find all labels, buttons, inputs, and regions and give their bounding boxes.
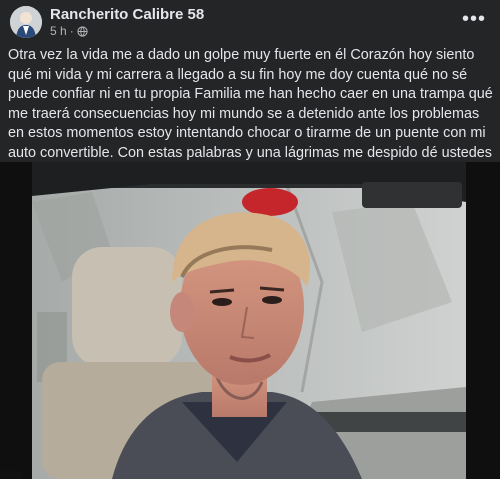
- media-corner-badge: [0, 471, 22, 479]
- post-meta: 5 h ·: [50, 24, 88, 38]
- more-options-icon[interactable]: •••: [462, 8, 486, 31]
- meta-separator: ·: [69, 24, 74, 38]
- globe-icon: [77, 25, 88, 37]
- post-header: Rancherito Calibre 58 5 h · •••: [0, 0, 500, 42]
- post-time[interactable]: 5 h: [50, 24, 67, 38]
- avatar[interactable]: [10, 6, 42, 38]
- post-media[interactable]: [0, 162, 500, 479]
- post-photo[interactable]: [32, 162, 466, 479]
- photo-man-in-convertible: [32, 162, 466, 479]
- author-name[interactable]: Rancherito Calibre 58: [50, 6, 204, 23]
- facebook-post: Rancherito Calibre 58 5 h · ••• Otra vez…: [0, 0, 500, 479]
- avatar-image: [10, 6, 42, 38]
